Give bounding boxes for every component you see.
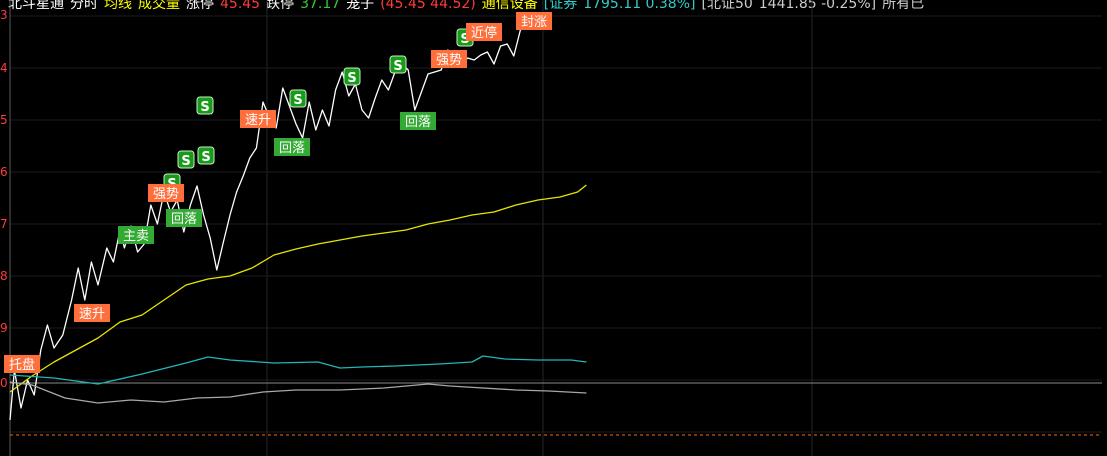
s-marker-label-5: S bbox=[347, 71, 356, 86]
signal-marker-label-10: 封涨 bbox=[521, 15, 547, 30]
s-marker-label-2: S bbox=[201, 150, 210, 165]
series-line-1 bbox=[9, 184, 587, 393]
y-tick-label-6: 9 bbox=[0, 321, 8, 335]
y-tick-label-7: 0 bbox=[0, 376, 8, 390]
signal-marker-label-2: 主卖 bbox=[123, 229, 149, 244]
signal-marker-label-7: 回落 bbox=[405, 115, 431, 130]
s-marker-label-6: S bbox=[393, 59, 402, 74]
y-tick-label-1: 4 bbox=[0, 61, 8, 75]
y-tick-label-0: 3 bbox=[0, 8, 8, 22]
y-tick-label-2: 5 bbox=[0, 113, 8, 127]
signal-marker-label-3: 回落 bbox=[171, 212, 197, 227]
y-tick-label-3: 6 bbox=[0, 165, 8, 179]
signal-marker-label-4: 强势 bbox=[153, 186, 179, 202]
signal-marker-label-0: 托盘 bbox=[9, 357, 35, 373]
signal-marker-label-6: 回落 bbox=[279, 141, 305, 156]
series-line-3 bbox=[9, 381, 587, 404]
signal-marker-label-5: 速升 bbox=[245, 113, 271, 128]
s-marker-label-0: S bbox=[200, 100, 209, 115]
s-marker-label-1: S bbox=[181, 154, 190, 169]
signal-marker-label-1: 速升 bbox=[79, 307, 105, 322]
signal-marker-label-9: 近停 bbox=[471, 25, 497, 41]
y-tick-label-5: 8 bbox=[0, 269, 8, 283]
s-marker-label-4: S bbox=[293, 93, 302, 108]
y-tick-label-4: 7 bbox=[0, 217, 8, 231]
chart-svg[interactable]: 34567890SSSSSSSS托盘速升主卖回落强势速升回落回落强势近停封涨 bbox=[0, 0, 1107, 456]
signal-marker-label-8: 强势 bbox=[436, 52, 462, 68]
chart-area[interactable]: 北斗星通 分时 均线 成交量 涨停 45.45 跌停 37.17 笼子 (45.45 44.52)… bbox=[0, 0, 1107, 456]
